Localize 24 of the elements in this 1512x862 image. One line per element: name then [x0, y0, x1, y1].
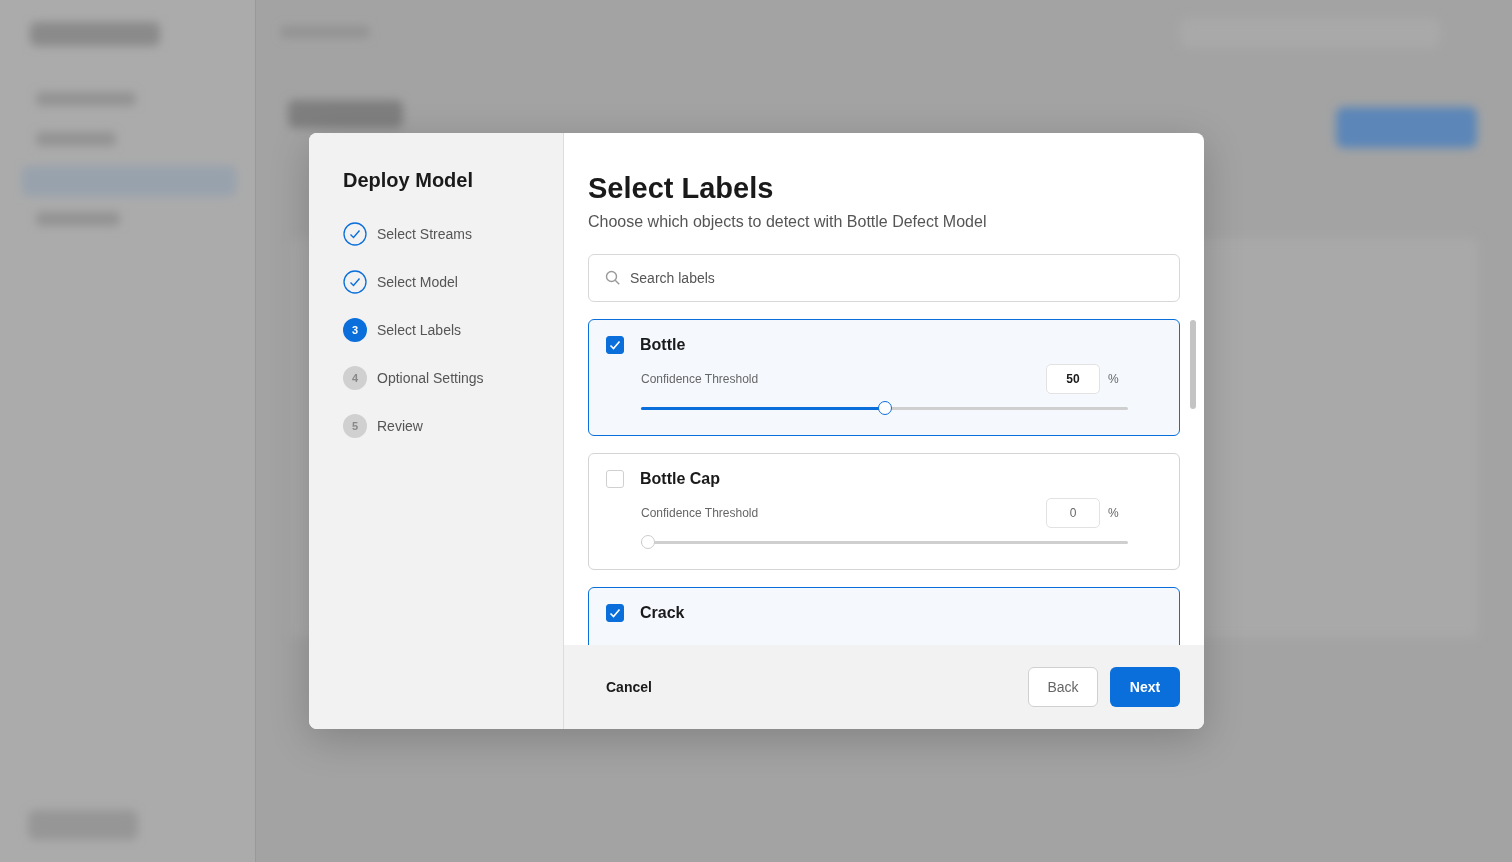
- step-number: 4: [343, 366, 367, 390]
- percent-unit: %: [1108, 372, 1120, 386]
- next-button[interactable]: Next: [1110, 667, 1180, 707]
- cancel-button[interactable]: Cancel: [588, 671, 670, 703]
- page-heading: Select Labels: [588, 171, 775, 205]
- percent-unit: %: [1108, 506, 1120, 520]
- threshold-label: Confidence Threshold: [641, 372, 760, 386]
- wizard-step[interactable]: 5 Review: [343, 414, 423, 438]
- search-field[interactable]: Search labels: [588, 254, 1180, 302]
- step-number: 3: [343, 318, 367, 342]
- label-name: Bottle Cap: [640, 470, 720, 488]
- label-name: Bottle: [640, 336, 686, 354]
- subtitle: Choose which objects to detect with Bottle Defect Model: [588, 213, 988, 231]
- dialog-title: Deploy Model: [343, 169, 474, 192]
- label-name: Crack: [640, 604, 685, 622]
- threshold-label: Confidence Threshold: [641, 506, 760, 520]
- threshold-input[interactable]: 0: [1046, 498, 1100, 528]
- wizard-step[interactable]: 3 Select Labels: [343, 318, 462, 342]
- threshold-input[interactable]: 50: [1046, 364, 1100, 394]
- step-number: 5: [343, 414, 367, 438]
- back-button[interactable]: Back: [1028, 667, 1098, 707]
- wizard-step[interactable]: Select Streams: [343, 222, 472, 246]
- wizard-step[interactable]: 4 Optional Settings: [343, 366, 484, 390]
- wizard-step[interactable]: Select Model: [343, 270, 458, 294]
